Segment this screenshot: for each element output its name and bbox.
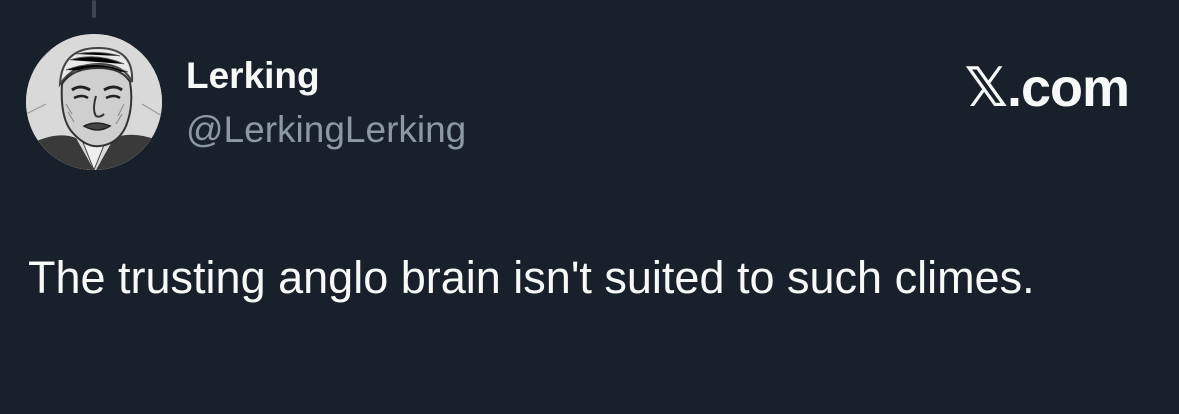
author-display-name[interactable]: Lerking (186, 54, 320, 98)
author-handle[interactable]: @LerkingLerking (186, 108, 466, 152)
x-com-logo: 𝕏.com (964, 58, 1130, 118)
thread-connector-line (92, 0, 96, 18)
portrait-sketch-icon (26, 34, 162, 170)
tweet-text: The trusting anglo brain isn't suited to… (28, 252, 1035, 303)
avatar[interactable] (26, 34, 162, 170)
tweet-card: Lerking @LerkingLerking 𝕏.com The trusti… (0, 0, 1179, 414)
